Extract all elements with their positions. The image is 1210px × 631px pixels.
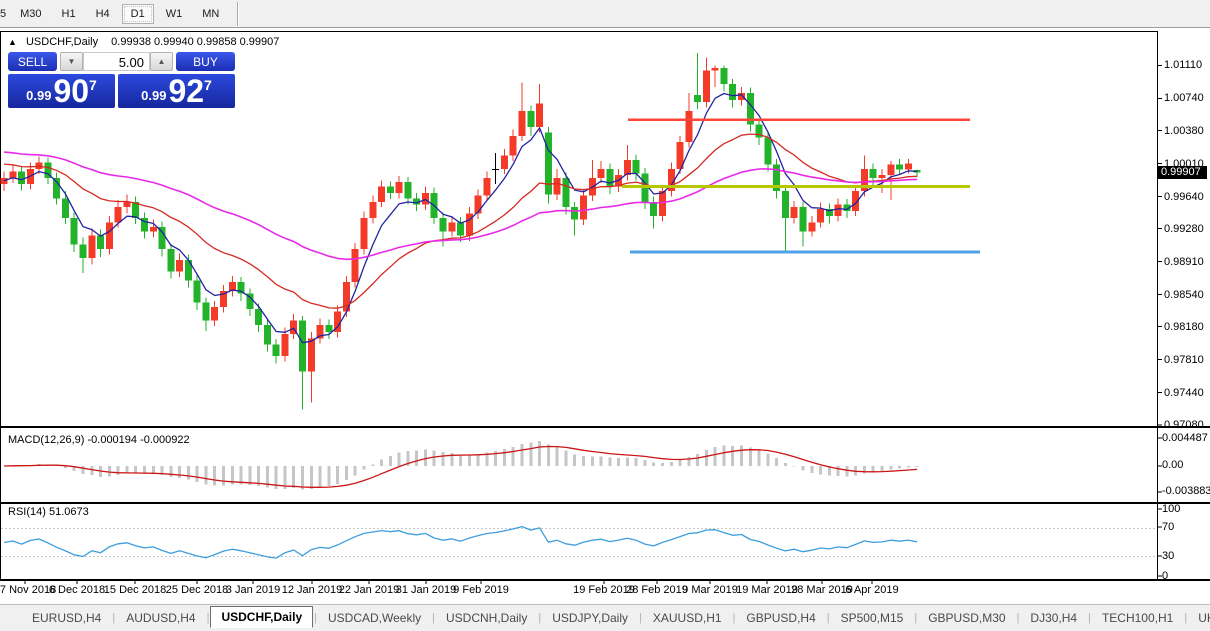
chart-tab-uko[interactable]: UKO: [1188, 608, 1210, 628]
current-price-tag: 0.99907: [1158, 166, 1207, 179]
chart-tab-usdcad-weekly[interactable]: USDCAD,Weekly: [318, 608, 431, 628]
macd-scale-mid: 0.00: [1162, 459, 1183, 471]
sell-price-prefix: 0.99: [26, 88, 51, 103]
buy-price-box[interactable]: 0.99 92 7: [118, 74, 235, 108]
price-tick-label: 0.98180: [1164, 321, 1204, 333]
one-click-trading-panel: SELL ▼ 5.00 ▲ BUY 0.99 90 7 0.99 92 7: [5, 49, 238, 111]
date-tick-label: 3 Jan 2019: [226, 584, 280, 596]
chart-tab-tech100-h1[interactable]: TECH100,H1: [1092, 608, 1183, 628]
sell-price-box[interactable]: 0.99 90 7: [8, 74, 115, 108]
price-tick-label: 0.97810: [1164, 354, 1204, 366]
macd-values: -0.000194 -0.000922: [87, 434, 189, 446]
rsi-scale-0: 0: [1162, 570, 1168, 582]
mt4-window: 5M30H1H4D1W1MN ▲ USDCHF,Daily 0.99938 0.…: [0, 0, 1210, 631]
chart-tab-xauusd-h1[interactable]: XAUUSD,H1: [643, 608, 732, 628]
date-tick-label: 6 Apr 2019: [845, 584, 898, 596]
date-tick-label: 12 Jan 2019: [282, 584, 343, 596]
macd-label: MACD(12,26,9) -0.000194 -0.000922: [8, 434, 190, 447]
rsi-label: RSI(14) 51.0673: [8, 506, 89, 519]
chart-tabs: EURUSD,H4|AUDUSD,H4|USDCHF,Daily|USDCAD,…: [22, 607, 1210, 629]
chart-title: ▲ USDCHF,Daily 0.99938 0.99940 0.99858 0…: [8, 36, 279, 49]
rsi-scale-70: 70: [1162, 521, 1174, 533]
volume-input[interactable]: 5.00: [83, 52, 150, 71]
date-tick-label: 31 Jan 2019: [396, 584, 457, 596]
volume-down-button[interactable]: ▼: [60, 52, 83, 71]
price-tick-label: 0.99280: [1164, 223, 1204, 235]
date-tick-label: 9 Feb 2019: [453, 584, 509, 596]
chart-tab-usdjpy-daily[interactable]: USDJPY,Daily: [542, 608, 638, 628]
buy-price-pip: 7: [204, 77, 212, 93]
chart-tab-sp500-m15[interactable]: SP500,M15: [831, 608, 914, 628]
buy-price-big: 92: [168, 76, 204, 106]
date-tick-label: 19 Mar 2019: [736, 584, 798, 596]
chart-tab-gbpusd-h4[interactable]: GBPUSD,H4: [736, 608, 825, 628]
price-tick-label: 0.97080: [1164, 419, 1204, 431]
buy-button[interactable]: BUY: [176, 52, 235, 71]
rsi-scale-100: 100: [1162, 503, 1180, 515]
chart-tab-usdcnh-daily[interactable]: USDCNH,Daily: [436, 608, 537, 628]
price-tick-label: 1.00740: [1164, 92, 1204, 104]
macd-scale-bottom: -0.003883: [1162, 485, 1210, 497]
date-tick-label: 25 Dec 2018: [166, 584, 228, 596]
sell-button[interactable]: SELL: [8, 52, 57, 71]
one-click-collapse-icon[interactable]: ▲: [8, 37, 17, 47]
volume-up-button[interactable]: ▲: [150, 52, 173, 71]
rsi-scale-30: 30: [1162, 550, 1174, 562]
price-tick-label: 0.98540: [1164, 289, 1204, 301]
chevron-down-icon: ▼: [68, 57, 76, 66]
date-tick-label: 28 Feb 2019: [626, 584, 688, 596]
date-tick-label: 6 Dec 2018: [49, 584, 105, 596]
sell-price-pip: 7: [89, 77, 97, 93]
price-tick-label: 1.01110: [1164, 59, 1202, 71]
price-tick-label: 1.00380: [1164, 125, 1204, 137]
chart-tab-bar: EURUSD,H4|AUDUSD,H4|USDCHF,Daily|USDCAD,…: [0, 604, 1210, 631]
chart-tab-dj30-h4[interactable]: DJ30,H4: [1020, 608, 1087, 628]
date-tick-label: 28 Mar 2019: [791, 584, 853, 596]
date-tick-label: 22 Jan 2019: [339, 584, 400, 596]
price-tick-label: 0.98910: [1164, 256, 1204, 268]
date-tick-label: 27 Nov 2018: [0, 584, 56, 596]
macd-scale-top: 0.004487: [1162, 432, 1208, 444]
rsi-value: 51.0673: [49, 506, 89, 518]
price-tick-label: 0.97440: [1164, 387, 1204, 399]
chart-tab-eurusd-h4[interactable]: EURUSD,H4: [22, 608, 111, 628]
ohlc-values: 0.99938 0.99940 0.99858 0.99907: [111, 36, 279, 48]
chart-tab-audusd-h4[interactable]: AUDUSD,H4: [116, 608, 205, 628]
chevron-up-icon: ▲: [158, 57, 166, 66]
sell-price-big: 90: [53, 76, 89, 106]
price-tick-label: 0.99640: [1164, 191, 1204, 203]
chart-tab-gbpusd-m30[interactable]: GBPUSD,M30: [918, 608, 1015, 628]
date-tick-label: 9 Mar 2019: [682, 584, 738, 596]
date-tick-label: 15 Dec 2018: [104, 584, 166, 596]
chart-tab-usdchf-daily[interactable]: USDCHF,Daily: [210, 606, 313, 628]
buy-price-prefix: 0.99: [141, 88, 166, 103]
symbol-period-label: USDCHF,Daily: [26, 36, 98, 48]
